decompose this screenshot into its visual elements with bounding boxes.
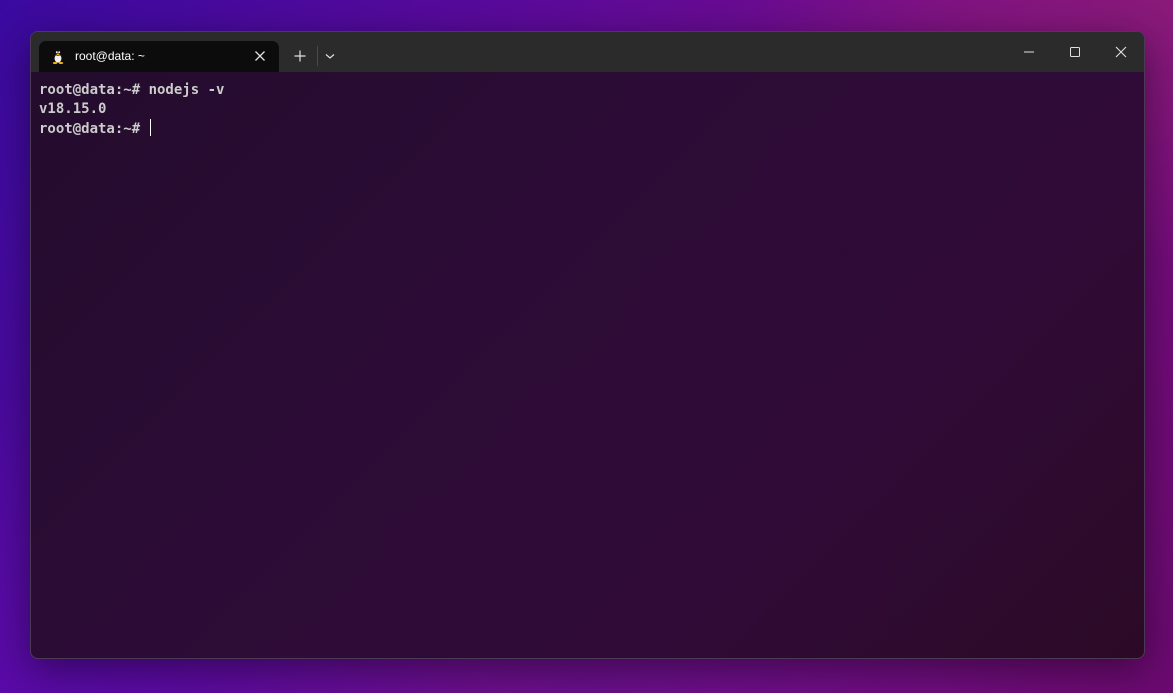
terminal-window: root@data: ~ root@data:~# nodejs -v v18.… [30, 31, 1145, 659]
close-window-button[interactable] [1098, 32, 1144, 72]
minimize-icon [1024, 51, 1034, 53]
plus-icon[interactable] [290, 47, 310, 65]
terminal-prompt-line[interactable]: root@data:~# [39, 119, 1144, 138]
tab-separator [317, 46, 318, 66]
chevron-down-icon[interactable] [321, 47, 339, 65]
close-tab-icon[interactable] [253, 49, 267, 63]
linux-penguin-icon [50, 48, 66, 64]
terminal-line: v18.15.0 [39, 101, 107, 117]
title-bar[interactable]: root@data: ~ [31, 32, 1144, 72]
text-cursor [149, 119, 151, 136]
terminal-line: root@data:~# nodejs -v [39, 82, 225, 98]
maximize-icon [1070, 47, 1080, 57]
terminal-output[interactable]: root@data:~# nodejs -v v18.15.0 root@dat… [31, 72, 1144, 658]
close-icon [1115, 46, 1127, 58]
minimize-button[interactable] [1006, 32, 1052, 72]
terminal-prompt: root@data:~# [39, 121, 149, 137]
tab-title: root@data: ~ [75, 49, 145, 63]
tab-root-data[interactable]: root@data: ~ [39, 41, 279, 72]
maximize-button[interactable] [1052, 32, 1098, 72]
